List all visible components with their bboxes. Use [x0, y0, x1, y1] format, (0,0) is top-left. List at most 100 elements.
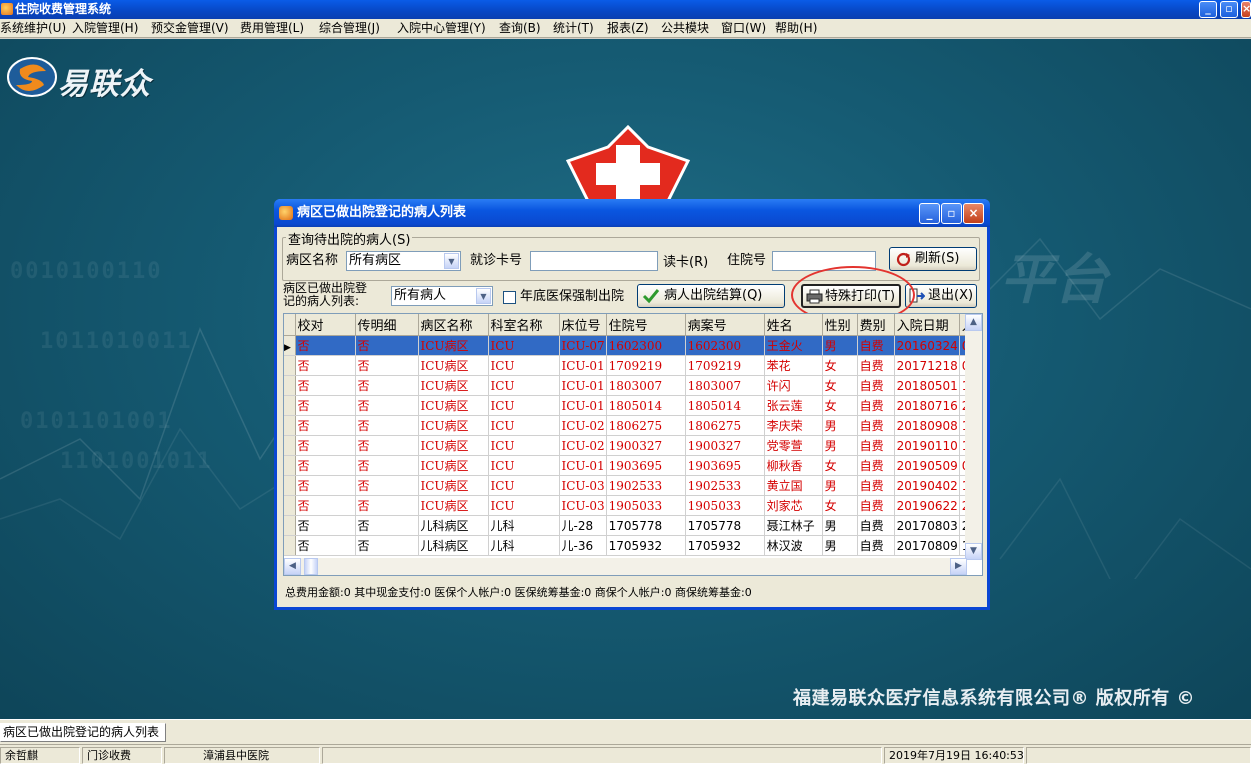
table-row[interactable]: 否否 ICU病区 ICU ICU-03 1905033 1905033 刘家芯女自费 2019…: [284, 495, 977, 516]
table-cell[interactable]: 女: [822, 355, 858, 376]
scroll-down-icon[interactable]: ▼: [965, 543, 982, 560]
table-cell[interactable]: 自费: [857, 375, 895, 396]
table-cell[interactable]: ICU: [488, 455, 560, 476]
table-cell[interactable]: 否: [355, 475, 419, 496]
menu-admission-center[interactable]: 入院中心管理(Y): [397, 21, 486, 36]
table-cell[interactable]: ICU-01: [559, 395, 607, 416]
row-indicator[interactable]: [284, 355, 296, 376]
table-cell[interactable]: 自费: [857, 475, 895, 496]
table-cell[interactable]: 女: [822, 455, 858, 476]
vertical-scrollbar[interactable]: ▲ ▼: [965, 314, 982, 560]
row-indicator[interactable]: [284, 535, 296, 556]
table-cell[interactable]: 否: [295, 355, 356, 376]
table-cell[interactable]: 王金火: [764, 335, 823, 356]
table-cell[interactable]: 1903695: [606, 455, 686, 476]
menu-fees[interactable]: 费用管理(L): [240, 21, 304, 36]
table-row[interactable]: 否否 ICU病区 ICU ICU-01 1903695 1903695 柳秋香女自费 2019…: [284, 455, 977, 476]
table-cell[interactable]: 20170803: [894, 515, 960, 536]
table-cell[interactable]: 聂江林子: [764, 515, 823, 536]
column-header[interactable]: 床位号: [559, 314, 607, 336]
table-cell[interactable]: ICU: [488, 475, 560, 496]
menu-window[interactable]: 窗口(W): [721, 21, 766, 36]
table-cell[interactable]: 否: [355, 415, 419, 436]
table-cell[interactable]: 20190402: [894, 475, 960, 496]
table-cell[interactable]: 自费: [857, 515, 895, 536]
ward-select[interactable]: 所有病区 ▼: [346, 251, 461, 271]
column-header[interactable]: 病区名称: [418, 314, 489, 336]
table-cell[interactable]: 否: [295, 375, 356, 396]
close-button[interactable]: ×: [1241, 1, 1251, 18]
scroll-up-icon[interactable]: ▲: [965, 314, 982, 331]
table-cell[interactable]: ICU-07: [559, 335, 607, 356]
table-row[interactable]: 否否儿科病区 儿科 儿-36 1705932 1705932 林汉波男自费 20170809…: [284, 535, 977, 556]
table-cell[interactable]: 否: [355, 335, 419, 356]
table-cell[interactable]: 否: [295, 475, 356, 496]
table-cell[interactable]: 20160324: [894, 335, 960, 356]
dialog-close-button[interactable]: ×: [963, 203, 984, 224]
table-cell[interactable]: 林汉波: [764, 535, 823, 556]
table-cell[interactable]: 1602300: [606, 335, 686, 356]
table-cell[interactable]: 否: [355, 435, 419, 456]
table-cell[interactable]: 否: [295, 455, 356, 476]
table-cell[interactable]: 女: [822, 495, 858, 516]
dialog-maximize-button[interactable]: ▫: [941, 203, 962, 224]
table-cell[interactable]: 20190110: [894, 435, 960, 456]
table-cell[interactable]: 自费: [857, 355, 895, 376]
table-row[interactable]: 否否 ICU病区 ICU ICU-01 1803007 1803007 许闪女自费 20180…: [284, 375, 977, 396]
task-tab-discharged-patients[interactable]: 病区已做出院登记的病人列表: [0, 723, 167, 742]
table-cell[interactable]: ICU: [488, 355, 560, 376]
table-cell[interactable]: 1902533: [685, 475, 765, 496]
column-header[interactable]: 性别: [822, 314, 858, 336]
table-cell[interactable]: 男: [822, 415, 858, 436]
table-cell[interactable]: 男: [822, 335, 858, 356]
table-cell[interactable]: ICU病区: [418, 335, 489, 356]
table-cell[interactable]: 否: [295, 415, 356, 436]
row-indicator[interactable]: [284, 455, 296, 476]
table-cell[interactable]: ICU: [488, 435, 560, 456]
chevron-down-icon[interactable]: ▼: [444, 253, 459, 269]
column-header[interactable]: 姓名: [764, 314, 823, 336]
table-cell[interactable]: ICU: [488, 375, 560, 396]
table-cell[interactable]: 1903695: [685, 455, 765, 476]
table-cell[interactable]: ICU病区: [418, 375, 489, 396]
read-card-link[interactable]: 读卡(R): [663, 255, 708, 271]
card-number-input[interactable]: [530, 251, 658, 271]
column-header[interactable]: 科室名称: [488, 314, 560, 336]
table-cell[interactable]: 否: [295, 495, 356, 516]
table-cell[interactable]: 男: [822, 515, 858, 536]
table-cell[interactable]: ICU: [488, 335, 560, 356]
table-row[interactable]: 否否 ICU病区 ICU ICU-02 1900327 1900327 党零萱男自费 2019…: [284, 435, 977, 456]
table-cell[interactable]: 自费: [857, 415, 895, 436]
table-cell[interactable]: 20190509: [894, 455, 960, 476]
horizontal-scrollbar[interactable]: ◀ ▶: [284, 558, 967, 575]
table-cell[interactable]: 否: [295, 435, 356, 456]
table-cell[interactable]: ICU病区: [418, 475, 489, 496]
table-cell[interactable]: 儿科病区: [418, 515, 489, 536]
column-header[interactable]: 传明细: [355, 314, 419, 336]
table-cell[interactable]: 女: [822, 395, 858, 416]
table-cell[interactable]: 20180908: [894, 415, 960, 436]
table-cell[interactable]: 否: [355, 395, 419, 416]
row-indicator[interactable]: [284, 435, 296, 456]
row-indicator[interactable]: [284, 495, 296, 516]
table-cell[interactable]: 1900327: [606, 435, 686, 456]
table-cell[interactable]: 苯花: [764, 355, 823, 376]
column-header[interactable]: 入院日期: [894, 314, 960, 336]
table-cell[interactable]: ICU: [488, 495, 560, 516]
column-header[interactable]: 病案号: [685, 314, 765, 336]
table-cell[interactable]: 1803007: [685, 375, 765, 396]
table-cell[interactable]: ICU病区: [418, 495, 489, 516]
table-cell[interactable]: ICU-03: [559, 495, 607, 516]
row-indicator[interactable]: [284, 375, 296, 396]
table-cell[interactable]: 自费: [857, 535, 895, 556]
table-cell[interactable]: 黄立国: [764, 475, 823, 496]
table-cell[interactable]: 男: [822, 535, 858, 556]
table-cell[interactable]: 儿科: [488, 515, 560, 536]
menu-admission[interactable]: 入院管理(H): [72, 21, 138, 36]
restore-button[interactable]: ▫: [1220, 1, 1238, 18]
menu-reports[interactable]: 报表(Z): [607, 21, 649, 36]
discharge-settlement-button[interactable]: 病人出院结算(Q): [637, 284, 785, 308]
table-cell[interactable]: 1905033: [685, 495, 765, 516]
table-cell[interactable]: 否: [355, 535, 419, 556]
table-row[interactable]: ▶ 否否 ICU病区 ICU ICU-07 1602300 1602300 王金火男自费 201…: [284, 335, 977, 356]
